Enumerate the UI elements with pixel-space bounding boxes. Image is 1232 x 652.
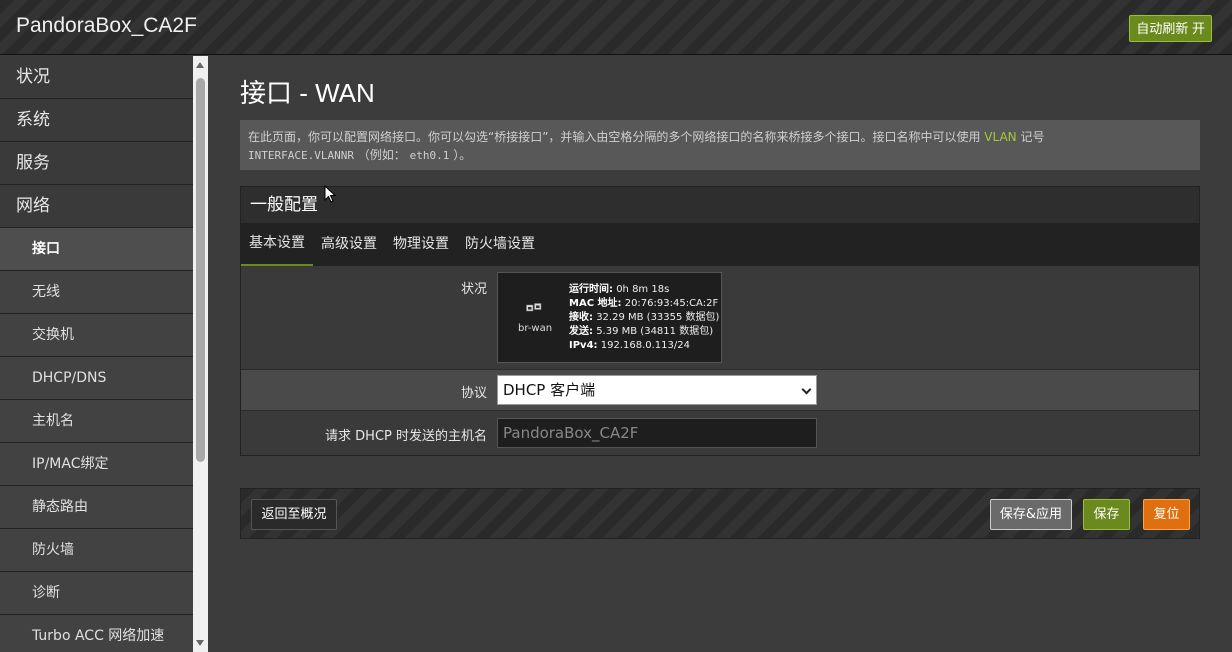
ipv4-value: 192.168.0.113/24 bbox=[600, 340, 690, 351]
protocol-selected-value: DHCP 客户端 bbox=[503, 381, 596, 399]
rx-label: 接收: bbox=[569, 312, 593, 323]
protocol-row: 协议 DHCP 客户端 bbox=[241, 370, 1199, 411]
description-text: 在此页面，你可以配置网络接口。你可以勾选“桥接接口”，并输入由空格分隔的多个网络… bbox=[248, 130, 981, 144]
vlan-term: VLAN bbox=[984, 130, 1017, 144]
config-tabs: 基本设置 高级设置 物理设置 防火墙设置 bbox=[241, 223, 1199, 266]
page-title: 接口 - WAN bbox=[240, 78, 375, 108]
chevron-down-icon bbox=[801, 384, 812, 395]
hostname-label: 请求 DHCP 时发送的主机名 bbox=[325, 429, 487, 444]
header-bar: PandoraBox_CA2F 自动刷新 开 bbox=[0, 0, 1232, 55]
action-bar: 返回至概况 保存&应用 保存 复位 bbox=[240, 488, 1200, 539]
mac-value: 20:76:93:45:CA:2F bbox=[624, 298, 719, 309]
scroll-up-arrow-icon[interactable] bbox=[196, 62, 204, 68]
tab-firewall-settings[interactable]: 防火墙设置 bbox=[457, 223, 543, 266]
interface-vlan-code: INTERFACE.VLANNR bbox=[248, 149, 354, 162]
example-code: eth0.1 bbox=[409, 149, 450, 162]
sidebar-item-switch[interactable]: 交换机 bbox=[0, 314, 193, 357]
reset-button[interactable]: 复位 bbox=[1143, 499, 1190, 530]
interface-name: br-wan bbox=[518, 323, 553, 334]
sidebar-item-hostnames[interactable]: 主机名 bbox=[0, 400, 193, 443]
sidebar-item-firewall[interactable]: 防火墙 bbox=[0, 529, 193, 572]
uptime-label: 运行时间: bbox=[569, 284, 613, 295]
hostname-row: 请求 DHCP 时发送的主机名 PandoraBox_CA2F bbox=[241, 411, 1199, 455]
sidebar-item-turbo-acc[interactable]: Turbo ACC 网络加速 bbox=[0, 615, 193, 652]
scrollbar-thumb[interactable] bbox=[196, 78, 205, 462]
tab-advanced-settings[interactable]: 高级设置 bbox=[313, 223, 385, 266]
tx-value: 5.39 MB (34811 数据包) bbox=[596, 326, 714, 337]
sidebar-item-dhcp-dns[interactable]: DHCP/DNS bbox=[0, 357, 193, 400]
protocol-label: 协议 bbox=[460, 386, 487, 401]
section-title: 一般配置 bbox=[241, 187, 1199, 223]
dhcp-hostname-input[interactable]: PandoraBox_CA2F bbox=[497, 418, 817, 448]
sidebar-scrollbar[interactable] bbox=[193, 56, 208, 652]
sidebar-item-ip-mac-binding[interactable]: IP/MAC绑定 bbox=[0, 443, 193, 486]
sidebar-item-system[interactable]: 系统 bbox=[0, 99, 193, 142]
interface-status-box: br-wan 运行时间: 0h 8m 18s MAC 地址: 20:76:93:… bbox=[497, 272, 722, 363]
sidebar-item-diagnostics[interactable]: 诊断 bbox=[0, 572, 193, 615]
tx-label: 发送: bbox=[569, 326, 593, 337]
scroll-down-arrow-icon[interactable] bbox=[196, 640, 204, 646]
brand-title[interactable]: PandoraBox_CA2F bbox=[16, 14, 197, 38]
status-row: 状况 br-wan 运行时间: 0h 8m 18s MAC 地址: 20:76:… bbox=[241, 266, 1199, 370]
sidebar-item-services[interactable]: 服务 bbox=[0, 142, 193, 185]
main-content: 接口 - WAN 在此页面，你可以配置网络接口。你可以勾选“桥接接口”，并输入由… bbox=[208, 56, 1232, 652]
status-label: 状况 bbox=[460, 282, 487, 297]
description-text-3: （例如： bbox=[357, 148, 406, 162]
mac-label: MAC 地址: bbox=[569, 298, 622, 309]
save-button[interactable]: 保存 bbox=[1083, 499, 1130, 530]
page-description: 在此页面，你可以配置网络接口。你可以勾选“桥接接口”，并输入由空格分隔的多个网络… bbox=[240, 120, 1200, 170]
status-details: 运行时间: 0h 8m 18s MAC 地址: 20:76:93:45:CA:2… bbox=[569, 283, 719, 353]
sidebar: 状况 系统 服务 网络 接口 无线 交换机 DHCP/DNS 主机名 IP/MA… bbox=[0, 56, 193, 652]
sidebar-item-network[interactable]: 网络 bbox=[0, 185, 193, 228]
mouse-cursor-icon bbox=[324, 185, 336, 203]
tab-physical-settings[interactable]: 物理设置 bbox=[385, 223, 457, 266]
uptime-value: 0h 8m 18s bbox=[616, 284, 670, 295]
back-to-overview-button[interactable]: 返回至概况 bbox=[251, 499, 337, 530]
tab-basic-settings[interactable]: 基本设置 bbox=[241, 223, 313, 266]
sidebar-item-wireless[interactable]: 无线 bbox=[0, 271, 193, 314]
auto-refresh-button[interactable]: 自动刷新 开 bbox=[1129, 15, 1212, 42]
general-config-section: 一般配置 基本设置 高级设置 物理设置 防火墙设置 状况 br-wan 运行时间… bbox=[240, 186, 1200, 456]
ipv4-label: IPv4: bbox=[569, 340, 598, 351]
ethernet-port-icon bbox=[526, 303, 542, 312]
protocol-select[interactable]: DHCP 客户端 bbox=[497, 375, 817, 405]
sidebar-item-interfaces[interactable]: 接口 bbox=[0, 228, 193, 271]
sidebar-item-static-routes[interactable]: 静态路由 bbox=[0, 486, 193, 529]
description-text-4: ）。 bbox=[453, 148, 472, 162]
description-text-2: 记号 bbox=[1020, 130, 1045, 144]
save-apply-button[interactable]: 保存&应用 bbox=[990, 499, 1072, 530]
sidebar-item-status[interactable]: 状况 bbox=[0, 56, 193, 99]
rx-value: 32.29 MB (33355 数据包) bbox=[596, 312, 720, 323]
